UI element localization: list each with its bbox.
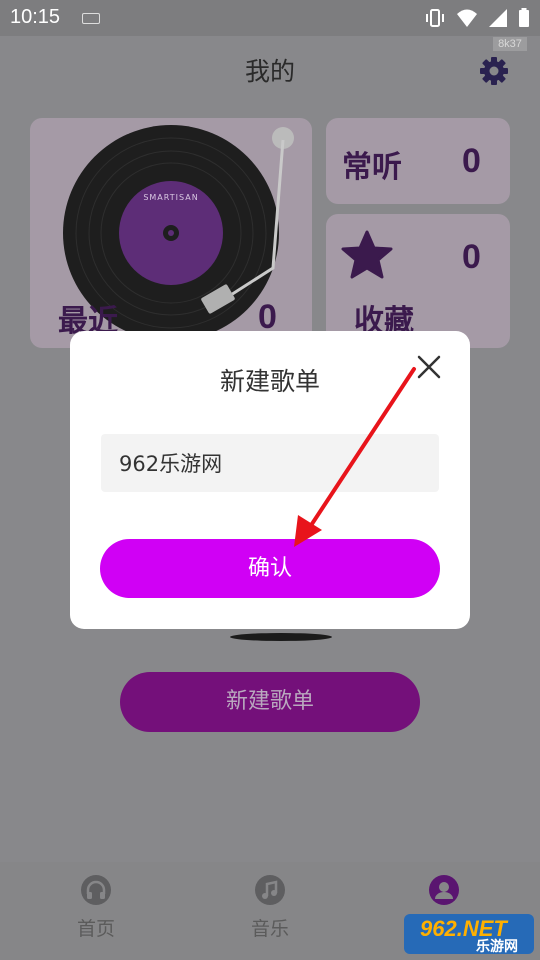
headphones-icon [81, 875, 111, 905]
user-icon [429, 875, 459, 905]
tab-home-label: 首页 [76, 918, 115, 940]
page-title: 我的 [244, 57, 295, 86]
tonearm-icon [201, 127, 294, 314]
status-time: 10:15 [10, 6, 61, 28]
watermark-subtext: 乐游网 [476, 939, 518, 955]
settings-gear-icon[interactable] [478, 55, 510, 87]
tab-home[interactable]: 首页 [6, 862, 186, 960]
star-icon [341, 230, 393, 279]
frequent-label: 常听 [342, 150, 402, 185]
favorites-count: 0 [462, 238, 481, 276]
vibrate-icon [426, 9, 444, 27]
status-icons [424, 8, 530, 28]
tab-music[interactable]: 音乐 [180, 862, 360, 960]
keyboard-icon [82, 13, 100, 24]
battery-icon [519, 8, 529, 27]
debug-tag: 8k37 [493, 37, 527, 51]
status-bar: 10:15 [0, 0, 540, 36]
disc-shadow [230, 633, 332, 641]
annotation-arrow-icon [294, 367, 416, 547]
tab-music-label: 音乐 [250, 918, 289, 940]
frequent-count: 0 [462, 142, 481, 180]
music-note-icon [255, 875, 285, 905]
disc-brand-text: SMARTISAN [143, 193, 198, 202]
signal-icon [489, 9, 507, 27]
wifi-icon [457, 9, 477, 27]
new-playlist-button[interactable]: 新建歌单 [120, 672, 420, 732]
